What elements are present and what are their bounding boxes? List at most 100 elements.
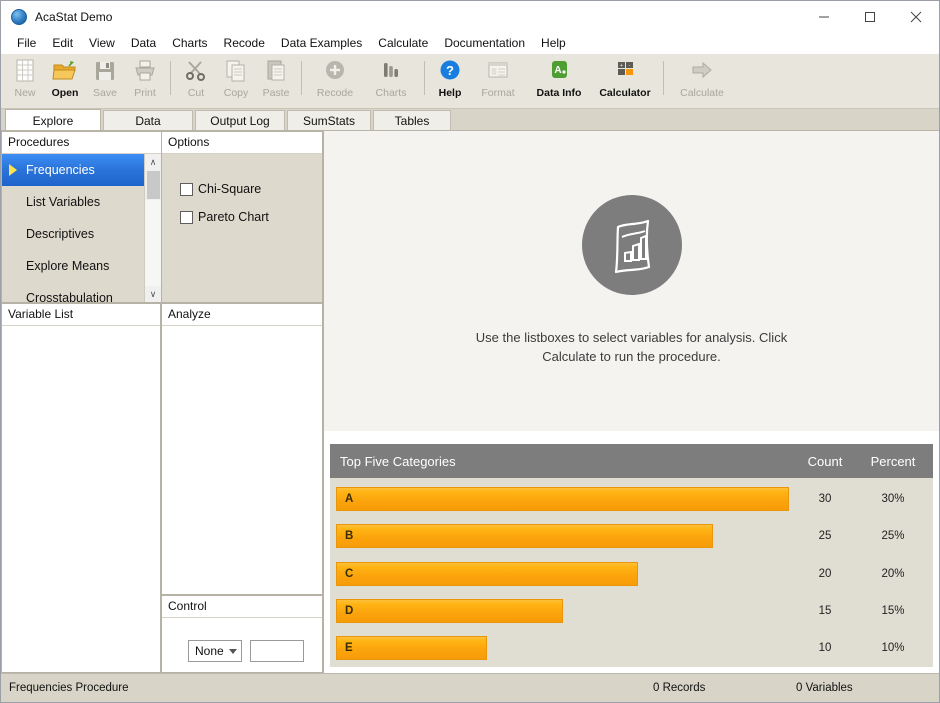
variable-list-panel: Variable List — [1, 303, 161, 673]
procedure-item-list-variables[interactable]: List Variables — [2, 186, 144, 218]
open-folder-icon — [52, 58, 78, 84]
checkbox-row-chi-square[interactable]: Chi-Square — [180, 182, 322, 196]
toolbar-button-paste[interactable]: Paste — [256, 55, 296, 107]
checkbox-pareto-chart[interactable] — [180, 210, 193, 224]
app-circle-icon — [11, 8, 27, 25]
report-title: Top Five Categories — [340, 453, 456, 469]
variable-list-body[interactable] — [2, 326, 160, 672]
calculator-icon: + - — [612, 58, 638, 84]
toolbar-button-charts[interactable]: Charts — [363, 55, 419, 107]
toolbar-button-data-info[interactable]: A Data Info — [526, 55, 592, 107]
menu-item-data-examples[interactable]: Data Examples — [273, 34, 370, 52]
procedures-scrollbar[interactable]: ∧ ∨ — [144, 154, 161, 302]
menu-item-view[interactable]: View — [81, 34, 123, 52]
toolbar-label-data-info: Data Info — [536, 87, 582, 99]
control-body: None — [162, 618, 322, 672]
menu-item-calculate[interactable]: Calculate — [370, 34, 436, 52]
table-row: E 10 10% — [330, 630, 933, 667]
bar-b: B — [336, 524, 714, 549]
menu-item-charts[interactable]: Charts — [164, 34, 215, 52]
toolbar-separator-3 — [424, 61, 425, 95]
menu-bar: File Edit View Data Charts Recode Data E… — [1, 32, 939, 55]
toolbar-button-format[interactable]: Format — [470, 55, 526, 107]
placeholder-text: Use the listboxes to select variables fo… — [475, 330, 788, 364]
control-select[interactable]: None — [188, 640, 242, 662]
scrollbar-thumb[interactable] — [146, 171, 160, 199]
scroll-up-icon[interactable]: ∧ — [145, 154, 161, 170]
menu-item-recode[interactable]: Recode — [216, 34, 273, 52]
arrow-right-icon — [689, 58, 715, 84]
toolbar-button-cut[interactable]: Cut — [176, 55, 216, 107]
plus-circle-icon — [322, 58, 348, 84]
menu-item-edit[interactable]: Edit — [44, 34, 81, 52]
bar-cell: A — [330, 486, 793, 511]
options-title: Options — [162, 132, 322, 154]
status-records: 0 Records — [653, 682, 706, 694]
table-row: A 30 30% — [330, 480, 933, 517]
status-bar: Frequencies Procedure 0 Records 0 Variab… — [1, 673, 939, 702]
window-title: AcaStat Demo — [35, 9, 113, 24]
tab-data[interactable]: Data — [103, 110, 193, 131]
bar-chart-icon — [378, 58, 404, 84]
procedure-label-frequencies: Frequencies — [26, 163, 95, 177]
scissors-icon — [183, 58, 209, 84]
window-format-icon — [485, 58, 511, 84]
analyze-title: Analyze — [162, 304, 322, 326]
procedure-item-explore-means[interactable]: Explore Means — [2, 250, 144, 282]
toolbar-button-save[interactable]: Save — [85, 55, 125, 107]
tab-explore[interactable]: Explore — [5, 109, 101, 131]
toolbar-label-paste: Paste — [262, 87, 290, 99]
toolbar-button-print[interactable]: Print — [125, 55, 165, 107]
clipboard-icon — [263, 58, 289, 84]
procedure-item-crosstabulation[interactable]: Crosstabulation — [2, 282, 144, 302]
menu-item-help[interactable]: Help — [533, 34, 574, 52]
toolbar-button-calculator[interactable]: + - Calculator — [592, 55, 658, 107]
toolbar-button-recode[interactable]: Recode — [307, 55, 363, 107]
toolbar-label-charts: Charts — [375, 87, 407, 99]
toolbar-button-calculate[interactable]: Calculate — [669, 55, 735, 107]
main-body: Procedures Frequencies List Variables De… — [1, 131, 939, 673]
scrollbar-track[interactable] — [145, 200, 161, 286]
control-input[interactable] — [250, 640, 304, 662]
procedure-label-descriptives: Descriptives — [26, 227, 95, 241]
minimize-button[interactable] — [801, 1, 847, 32]
wavy-chart-document-icon — [581, 195, 682, 296]
report-header: Top Five Categories Count Percent — [330, 444, 933, 478]
procedure-item-descriptives[interactable]: Descriptives — [2, 218, 144, 250]
toolbar-button-new[interactable]: New — [5, 55, 45, 107]
menu-item-documentation[interactable]: Documentation — [436, 34, 533, 52]
bar-cell: D — [330, 598, 793, 623]
tab-sumstats[interactable]: SumStats — [287, 110, 371, 131]
toolbar-separator-2 — [301, 61, 302, 95]
percent-e: 10% — [881, 642, 905, 655]
toolbar-label-cut: Cut — [187, 87, 205, 99]
toolbar-button-copy[interactable]: Copy — [216, 55, 256, 107]
toolbar-button-open[interactable]: Open — [45, 55, 85, 107]
placeholder-area: Use the listboxes to select variables fo… — [324, 131, 939, 432]
procedure-item-frequencies[interactable]: Frequencies — [2, 154, 144, 186]
status-procedure: Frequencies Procedure — [9, 682, 129, 694]
maximize-button[interactable] — [847, 1, 893, 32]
checkbox-chi-square[interactable] — [180, 182, 193, 196]
toolbar-button-help[interactable]: ? Help — [430, 55, 470, 107]
tab-output-log[interactable]: Output Log — [195, 110, 285, 131]
options-panel: Options Chi-Square Pareto Chart — [161, 131, 323, 303]
menu-item-data[interactable]: Data — [123, 34, 164, 52]
bar-d: D — [336, 598, 563, 623]
control-title: Control — [162, 596, 322, 618]
copy-pages-icon — [223, 58, 249, 84]
tab-tables[interactable]: Tables — [373, 110, 451, 131]
bar-cell: C — [330, 561, 793, 586]
report-area: Top Five Categories Count Percent A 30 3… — [324, 432, 939, 673]
results-area: Use the listboxes to select variables fo… — [323, 131, 939, 673]
percent-d: 15% — [881, 604, 905, 617]
control-panel: Control None — [161, 595, 323, 673]
checkbox-row-pareto-chart[interactable]: Pareto Chart — [180, 210, 322, 224]
menu-item-file[interactable]: File — [9, 34, 44, 52]
title-bar: AcaStat Demo — [1, 1, 939, 32]
report-column-count: Count — [807, 453, 843, 469]
scroll-down-icon[interactable]: ∨ — [145, 286, 161, 302]
toolbar-label-copy: Copy — [223, 87, 249, 99]
analyze-body[interactable] — [162, 326, 322, 594]
close-button[interactable] — [893, 1, 939, 32]
